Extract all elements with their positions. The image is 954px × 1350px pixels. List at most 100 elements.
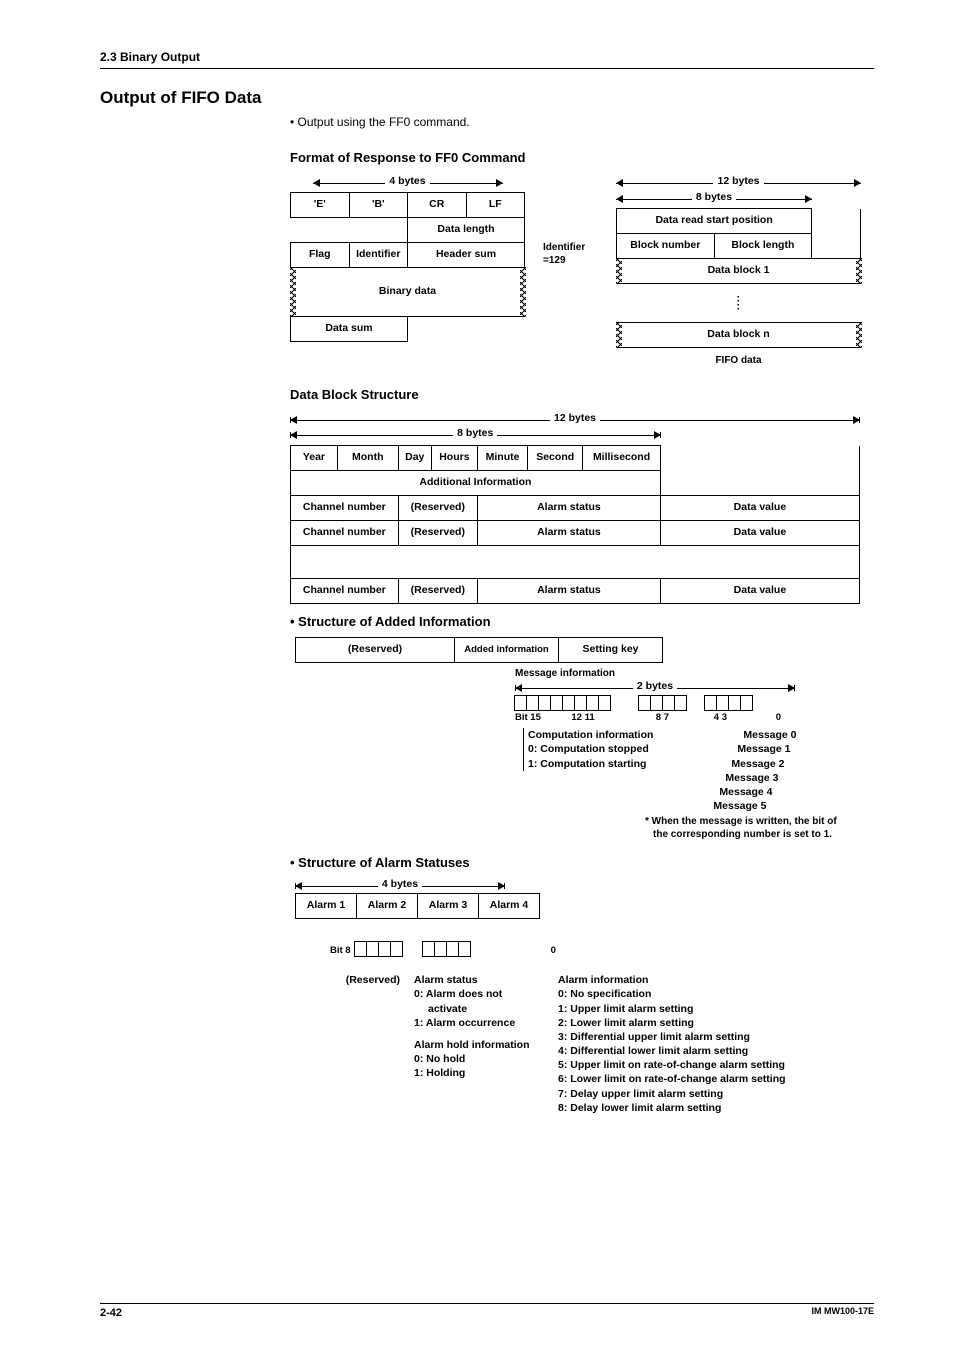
ai4: 4: Differential lower limit alarm settin… <box>558 1044 786 1058</box>
c-month: Month <box>337 446 398 471</box>
heading-added: Structure of Added Information <box>290 614 874 631</box>
figure-alarm: 4 bytes Alarm 1 Alarm 2 Alarm 3 Alarm 4 … <box>290 878 874 1115</box>
hold-title: Alarm hold information <box>414 1038 544 1052</box>
c-hours: Hours <box>431 446 477 471</box>
doc-id: IM MW100-17E <box>811 1306 874 1320</box>
cell-blocklen: Block length <box>714 234 812 259</box>
t-bit15: Bit 15 <box>515 712 553 724</box>
note1: * When the message is written, the bit o… <box>645 815 874 828</box>
msg2: Message 2 <box>713 757 784 771</box>
c-val2: Data value <box>660 521 859 546</box>
c-chn2: Channel number <box>291 521 399 546</box>
c-second: Second <box>528 446 583 471</box>
msg5: Message 5 <box>713 799 766 813</box>
c-year: Year <box>291 446 338 471</box>
t-87: 8 7 <box>613 712 669 724</box>
cell-CR: CR <box>408 193 467 218</box>
note2: the corresponding number is set to 1. <box>653 828 874 841</box>
t-0: 0 <box>727 712 781 724</box>
ai2: 2: Lower limit alarm setting <box>558 1016 786 1030</box>
ai7: 7: Delay upper limit alarm setting <box>558 1087 786 1101</box>
c-addedinfo: Added information <box>455 637 559 662</box>
heading-block: Data Block Structure <box>290 387 874 404</box>
c-alarm1: Alarm status <box>477 496 660 521</box>
bits-right <box>705 695 753 711</box>
c-minute: Minute <box>477 446 527 471</box>
c-alarm3: Alarm status <box>477 579 660 604</box>
c-val1: Data value <box>660 496 859 521</box>
c-res1: (Reserved) <box>398 496 477 521</box>
ai-title: Alarm information <box>558 973 786 987</box>
bit0: 0 <box>551 945 556 957</box>
figure-added: (Reserved) Added information Setting key… <box>290 637 874 841</box>
c-chn1: Channel number <box>291 496 399 521</box>
label-12b: 12 bytes <box>550 412 600 426</box>
page-number: 2-42 <box>100 1306 122 1320</box>
cell-blocknum: Block number <box>617 234 715 259</box>
vdots: ···· <box>617 284 861 323</box>
a3: Alarm 3 <box>418 894 479 919</box>
bits-b <box>423 941 471 957</box>
cell-binarydata: Binary data <box>291 268 525 317</box>
figure-datablock: 12 bytes 8 bytes Year Month Day Hours Mi… <box>290 412 860 604</box>
bits-a <box>355 941 403 957</box>
c-val3: Data value <box>660 579 859 604</box>
cell-datasum: Data sum <box>291 317 408 342</box>
label-8b: 8 bytes <box>453 427 497 441</box>
as-1b: activate <box>414 1002 544 1016</box>
c-chn3: Channel number <box>291 579 399 604</box>
cell-block1: Data block 1 <box>617 259 861 284</box>
t-1211: 12 11 <box>553 712 613 724</box>
label-fifodata: FIFO data <box>616 354 861 367</box>
c-reserved: (Reserved) <box>296 637 455 662</box>
bit8: Bit 8 <box>330 945 351 957</box>
bits-left <box>515 695 611 711</box>
cell-readpos: Data read start position <box>617 209 812 234</box>
ai0: 0: No specification <box>558 987 786 1001</box>
heading-alarm: Structure of Alarm Statuses <box>290 855 874 872</box>
hold-1: 0: No hold <box>414 1052 544 1066</box>
comp-0: 0: Computation stopped <box>528 742 653 756</box>
fig1-right: 12 bytes 8 bytes Data read start positio… <box>616 175 861 367</box>
as-title: Alarm status <box>414 973 544 987</box>
cell-headersum: Header sum <box>408 243 525 268</box>
cell-E: 'E' <box>291 193 350 218</box>
page-footer: 2-42 IM MW100-17E <box>100 1303 874 1320</box>
ai8: 8: Delay lower limit alarm setting <box>558 1101 786 1115</box>
msg1: Message 1 <box>713 742 790 756</box>
bits-mid <box>639 695 687 711</box>
c-res2: (Reserved) <box>398 521 477 546</box>
a2: Alarm 2 <box>357 894 418 919</box>
as-1: 0: Alarm does not <box>414 987 544 1001</box>
label-msginfo: Message information <box>515 667 874 680</box>
label-4b: 4 bytes <box>378 878 422 892</box>
cell-flag: Flag <box>291 243 350 268</box>
comp-1: 1: Computation starting <box>528 757 653 771</box>
hold-2: 1: Holding <box>414 1066 544 1080</box>
ai3: 3: Differential upper limit alarm settin… <box>558 1030 786 1044</box>
a1: Alarm 1 <box>296 894 357 919</box>
ai5: 5: Upper limit on rate-of-change alarm s… <box>558 1058 786 1072</box>
cell-datalength: Data length <box>408 218 525 243</box>
cell-LF: LF <box>466 193 525 218</box>
msg0: Message 0 <box>713 728 796 742</box>
ai1: 1: Upper limit alarm setting <box>558 1002 786 1016</box>
reserved-label: (Reserved) <box>320 973 400 987</box>
label-8bytes: 8 bytes <box>692 191 736 205</box>
cell-B: 'B' <box>349 193 408 218</box>
intro-bullet: Output using the FF0 command. <box>290 115 874 131</box>
c-alarm2: Alarm status <box>477 521 660 546</box>
c-res3: (Reserved) <box>398 579 477 604</box>
figure-ff0: 4 bytes 'E' 'B' CR LF Data length Flag I… <box>290 175 874 367</box>
cell-identifier: Identifier <box>349 243 408 268</box>
label-4bytes: 4 bytes <box>385 175 429 189</box>
as-2: 1: Alarm occurrence <box>414 1016 544 1030</box>
label-id129: Identifier =129 <box>543 175 598 267</box>
fig1-left: 4 bytes 'E' 'B' CR LF Data length Flag I… <box>290 175 525 342</box>
c-setkey: Setting key <box>559 637 663 662</box>
cell-blockn: Data block n <box>617 323 861 348</box>
msg3: Message 3 <box>713 771 778 785</box>
comp-title: Computation information <box>528 728 653 742</box>
c-ms: Millisecond <box>583 446 661 471</box>
msg4: Message 4 <box>713 785 772 799</box>
